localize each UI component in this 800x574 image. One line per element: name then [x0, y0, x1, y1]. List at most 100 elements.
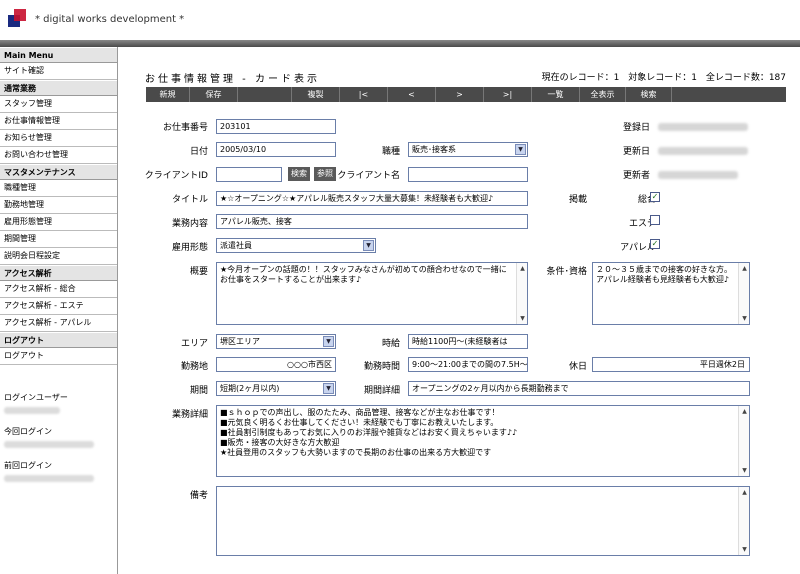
period-value: 短期(2ヶ月以内)	[220, 384, 280, 393]
esthe-checkbox[interactable]	[650, 215, 660, 225]
app-header: * digital works development *	[0, 0, 800, 40]
sidebar-item-employment-types[interactable]: 雇用形態管理	[0, 214, 117, 231]
job-no-label: お仕事番号	[162, 123, 208, 133]
holiday-label: 休日	[568, 362, 587, 372]
wage-label: 時給	[381, 339, 400, 349]
period-detail-label: 期間詳細	[363, 386, 400, 396]
hours-field[interactable]: 9:00～21:00までの間の7.5H～	[408, 357, 528, 372]
last-record-button[interactable]: >|	[484, 87, 532, 102]
employment-select[interactable]: 派遣社員 ▼	[216, 238, 376, 253]
save-button[interactable]: 保存	[190, 87, 238, 102]
notes-label: 備考	[189, 491, 208, 501]
updater-label: 更新者	[622, 171, 650, 181]
chevron-down-icon: ▼	[363, 240, 374, 251]
client-name-field[interactable]	[408, 167, 528, 182]
top-divider	[0, 40, 800, 47]
registered-value-redacted	[658, 123, 748, 131]
category-select[interactable]: 販売･接客系 ▼	[408, 142, 528, 157]
main-content: お仕事情報管理 - カード表示 現在のレコード：1 対象レコード：1 全レコード…	[118, 47, 800, 574]
check-icon: ✓	[651, 192, 659, 201]
this-login-label: 今回ログイン	[4, 427, 52, 436]
period-detail-field[interactable]: オープニングの2ヶ月以内から長期勤務まで	[408, 381, 750, 396]
duplicate-button[interactable]: 複製	[292, 87, 340, 102]
notes-textarea[interactable]: ▲ ▼	[216, 486, 750, 556]
login-user-label: ログインユーザー	[4, 393, 68, 402]
sidebar-section-master: マスタメンテナンス	[0, 164, 117, 180]
conditions-scrollbar[interactable]: ▲ ▼	[738, 263, 749, 324]
general-checkbox[interactable]: ✓	[650, 192, 660, 202]
updated-label: 更新日	[622, 147, 650, 157]
apparel-checkbox[interactable]: ✓	[650, 239, 660, 249]
first-record-button[interactable]: |<	[340, 87, 388, 102]
toolbar: 新規 保存 複製 |< < > >| 一覧 全表示 検索	[146, 87, 786, 102]
sidebar-section-logout: ログアウト	[0, 332, 117, 348]
job-no-field[interactable]: 203101	[216, 119, 336, 134]
client-ref-button[interactable]: 参照	[314, 167, 336, 181]
sidebar-item-locations[interactable]: 勤務地管理	[0, 197, 117, 214]
record-info: 現在のレコード：1 対象レコード：1 全レコード数：187	[536, 70, 786, 83]
prev-record-button[interactable]: <	[388, 87, 436, 102]
scroll-up-icon: ▲	[520, 265, 525, 272]
scroll-down-icon: ▼	[742, 315, 747, 322]
client-name-label: クライアント名	[337, 171, 400, 181]
title-label: タイトル	[171, 195, 208, 205]
sidebar-section-access: アクセス解析	[0, 265, 117, 281]
scroll-up-icon: ▲	[742, 265, 747, 272]
client-id-label: クライアントID	[144, 171, 208, 181]
sidebar-item-job-types[interactable]: 職種管理	[0, 180, 117, 197]
show-all-button[interactable]: 全表示	[580, 87, 626, 102]
holiday-field[interactable]: 平日週休2日	[592, 357, 750, 372]
notes-scrollbar[interactable]: ▲ ▼	[738, 487, 749, 555]
title-field[interactable]: ★☆オープニング☆★アパレル販売スタッフ大量大募集！未経験者も大歓迎♪	[216, 191, 528, 206]
business-field[interactable]: アパレル販売、接客	[216, 214, 528, 229]
details-textarea[interactable]: ■ｓｈｏｐでの声出し、服のたたみ、商品管理、接客などが主なお仕事です！ ■元気良…	[216, 405, 750, 477]
overview-scrollbar[interactable]: ▲ ▼	[516, 263, 527, 324]
sidebar-item-periods[interactable]: 期間管理	[0, 231, 117, 248]
conditions-textarea[interactable]: ２０～３５歳までの接客の好きな方。アパレル経験者も見経験者も大歓迎♪ ▲ ▼	[592, 262, 750, 325]
chevron-down-icon: ▼	[323, 336, 334, 347]
sidebar-item-news[interactable]: お知らせ管理	[0, 130, 117, 147]
sidebar-item-staff[interactable]: スタッフ管理	[0, 96, 117, 113]
date-label: 日付	[189, 147, 208, 157]
toolbar-spacer-end	[672, 87, 786, 102]
scroll-up-icon: ▲	[742, 489, 747, 496]
details-line: ■販売・接客の大好きな方大歓迎	[220, 438, 340, 447]
sidebar-item-access-esthe[interactable]: アクセス解析 - エステ	[0, 298, 117, 315]
overview-textarea[interactable]: ★今月オープンの話題の！！スタッフみなさんが初めての顔合わせなので一緒にお仕事を…	[216, 262, 528, 325]
next-record-button[interactable]: >	[436, 87, 484, 102]
registered-label: 登録日	[622, 123, 650, 133]
location-field[interactable]: ○○○市西区	[216, 357, 336, 372]
sidebar: Main Menu サイト確認 通常業務 スタッフ管理 お仕事情報管理 お知らせ…	[0, 47, 118, 574]
total-record: 全レコード数：187	[705, 73, 786, 83]
wage-field[interactable]: 時給1100円～(未経験者は	[408, 334, 528, 349]
sidebar-item-inquiries[interactable]: お問い合わせ管理	[0, 147, 117, 164]
details-scrollbar[interactable]: ▲ ▼	[738, 406, 749, 476]
period-select[interactable]: 短期(2ヶ月以内) ▼	[216, 381, 336, 396]
search-button[interactable]: 検索	[626, 87, 672, 102]
conditions-label: 条件･資格	[546, 267, 587, 277]
sidebar-item-site-check[interactable]: サイト確認	[0, 63, 117, 80]
updated-value-redacted	[658, 147, 748, 155]
details-label: 業務詳細	[171, 410, 208, 420]
area-select[interactable]: 堺区エリア ▼	[216, 334, 336, 349]
category-value: 販売･接客系	[412, 145, 456, 154]
sidebar-item-access-general[interactable]: アクセス解析 - 総合	[0, 281, 117, 298]
client-id-field[interactable]	[216, 167, 282, 182]
sidebar-item-logout[interactable]: ログアウト	[0, 348, 117, 365]
employment-value: 派遣社員	[220, 241, 252, 250]
client-search-button[interactable]: 検索	[288, 167, 310, 181]
location-label: 勤務地	[180, 362, 208, 372]
overview-label: 概要	[189, 267, 208, 277]
list-view-button[interactable]: 一覧	[532, 87, 580, 102]
sidebar-item-access-apparel[interactable]: アクセス解析 - アパレル	[0, 315, 117, 332]
last-login-label: 前回ログイン	[4, 461, 52, 470]
sidebar-item-seminar-schedule[interactable]: 説明会日程設定	[0, 248, 117, 265]
logo-icon	[8, 9, 28, 29]
sidebar-item-jobs[interactable]: お仕事情報管理	[0, 113, 117, 130]
new-button[interactable]: 新規	[146, 87, 190, 102]
toolbar-spacer	[238, 87, 292, 102]
category-label: 職種	[381, 147, 400, 157]
date-field[interactable]: 2005/03/10	[216, 142, 336, 157]
business-label: 業務内容	[171, 219, 208, 229]
details-line: ★社員登用のスタッフも大勢いますので長期のお仕事の出来る方大歓迎です	[220, 448, 492, 457]
